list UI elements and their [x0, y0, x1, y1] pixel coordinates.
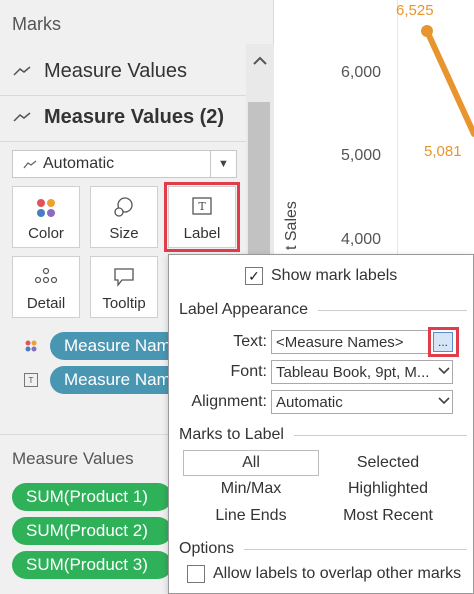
- data-label: 5,081: [424, 143, 462, 160]
- chevron-down-icon: [438, 364, 450, 378]
- text-field-value: <Measure Names>: [276, 333, 404, 351]
- marks-title: Marks: [12, 14, 61, 34]
- color-card-label: Color: [28, 225, 64, 242]
- measure-values-2-label: Measure Values (2): [44, 106, 225, 128]
- divider: [293, 434, 467, 436]
- tooltip-card-label: Tooltip: [102, 295, 146, 312]
- size-card[interactable]: Size: [90, 186, 158, 248]
- chevron-up-icon[interactable]: [246, 50, 274, 70]
- marks-to-label-section: Marks to Label: [179, 426, 467, 444]
- dropdown-arrow-icon[interactable]: ▼: [210, 151, 236, 177]
- label-appearance-title: Label Appearance: [179, 301, 308, 318]
- sum-product-1-pill[interactable]: SUM(Product 1): [12, 483, 172, 511]
- line-trend-icon: [12, 60, 36, 83]
- show-mark-labels-checkbox[interactable]: ✓: [245, 267, 263, 285]
- data-point[interactable]: [421, 25, 433, 37]
- marks-option-all[interactable]: All: [183, 450, 319, 476]
- tooltip-card[interactable]: Tooltip: [90, 256, 158, 318]
- options-title: Options: [179, 540, 235, 557]
- allow-overlap-label: Allow labels to overlap other marks: [213, 565, 462, 582]
- allow-overlap-checkbox[interactable]: [187, 565, 205, 583]
- line-trend-icon: [23, 157, 37, 172]
- chevron-down-icon: [438, 394, 450, 408]
- speech-bubble-icon: [91, 267, 157, 287]
- line-series: [421, 25, 474, 137]
- measure-values-row[interactable]: Measure Values: [0, 48, 246, 96]
- marks-option-highlighted[interactable]: Highlighted: [325, 480, 451, 498]
- size-icon: [91, 197, 157, 219]
- label-popup: ✓ Show mark labels Label Appearance Text…: [168, 254, 474, 594]
- text-field[interactable]: <Measure Names>: [271, 330, 429, 354]
- sum-product-3-pill[interactable]: SUM(Product 3): [12, 551, 172, 579]
- series-line: [424, 28, 474, 137]
- font-label: Font:: [230, 363, 267, 380]
- marks-option-selected[interactable]: Selected: [325, 454, 451, 472]
- marks-option-minmax[interactable]: Min/Max: [183, 480, 319, 498]
- color-dots-icon: [24, 339, 38, 353]
- options-section: Options: [179, 540, 467, 558]
- marks-to-label-title: Marks to Label: [179, 426, 284, 443]
- label-card-highlight: [164, 182, 240, 252]
- mark-type-dropdown[interactable]: Automatic ▼: [12, 150, 237, 178]
- divider: [244, 548, 467, 550]
- show-mark-labels-row[interactable]: ✓ Show mark labels: [245, 267, 397, 285]
- label-appearance-section: Label Appearance: [179, 301, 467, 319]
- divider: [318, 309, 467, 311]
- measure-values-label: Measure Values: [44, 60, 188, 82]
- size-card-label: Size: [109, 225, 139, 242]
- detail-card-label: Detail: [26, 295, 66, 312]
- color-card[interactable]: Color: [12, 186, 80, 248]
- show-mark-labels-label: Show mark labels: [271, 267, 398, 284]
- tableau-window: Marks Measure Values Measure Values (2) …: [0, 0, 474, 594]
- alignment-label: Alignment:: [191, 393, 267, 410]
- color-dots-icon: [13, 197, 79, 219]
- measure-values-title: Measure Values: [12, 449, 134, 468]
- detail-dots-icon: [13, 267, 79, 285]
- line-trend-icon: [12, 106, 36, 129]
- font-dropdown[interactable]: Tableau Book, 9pt, M...: [271, 360, 453, 384]
- measure-values-2-row[interactable]: Measure Values (2): [0, 94, 246, 142]
- marks-option-line-ends[interactable]: Line Ends: [183, 507, 319, 525]
- detail-card[interactable]: Detail: [12, 256, 80, 318]
- text-label: Text:: [233, 333, 267, 350]
- allow-overlap-row[interactable]: Allow labels to overlap other marks: [187, 565, 461, 583]
- text-t-icon: T: [24, 373, 38, 387]
- data-label: 6,525: [396, 2, 434, 19]
- alignment-dropdown[interactable]: Automatic: [271, 390, 453, 414]
- mark-type-value: Automatic: [43, 155, 115, 172]
- alignment-value: Automatic: [276, 393, 343, 411]
- marks-option-most-recent[interactable]: Most Recent: [325, 507, 451, 525]
- font-value: Tableau Book, 9pt, M...: [276, 363, 430, 381]
- sum-product-2-pill[interactable]: SUM(Product 2): [12, 517, 172, 545]
- edit-text-highlight: [428, 327, 459, 357]
